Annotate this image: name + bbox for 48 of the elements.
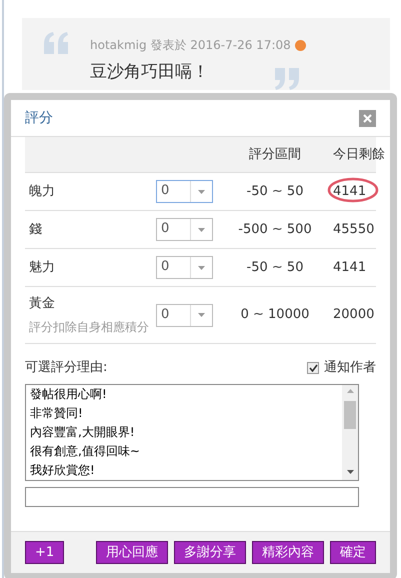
column-header: 今日剩餘: [332, 146, 385, 164]
button[interactable]: +1: [25, 541, 64, 564]
reason-label: 可選評分理由:: [25, 359, 108, 377]
rating-note: 評分扣除自身相應積分: [29, 318, 150, 336]
remaining-value: 4141: [333, 260, 366, 275]
reason-option[interactable]: 內容豐富,大開眼界!: [30, 422, 342, 442]
notify-checkbox[interactable]: [307, 362, 319, 374]
remaining-value: 4141: [333, 184, 366, 199]
reason-field[interactable]: [25, 486, 359, 506]
rating-range: -50 ~ 50: [246, 182, 304, 201]
close-icon: [363, 114, 372, 122]
reason-list[interactable]: 發帖很用心啊! 非常贊同! 內容豐富,大開眼界! 很有創意,值得回味~ 我好欣賞您!: [25, 384, 359, 480]
rating-label: 錢: [29, 220, 43, 239]
caret-icon: [198, 313, 205, 317]
quote-icon: [42, 32, 70, 54]
score-select[interactable]: 0: [156, 304, 213, 326]
score-select[interactable]: 0: [156, 180, 213, 203]
close-button[interactable]: [359, 110, 376, 126]
score-select[interactable]: 0: [156, 218, 213, 241]
scroll-thumb[interactable]: [344, 400, 356, 428]
reason-option[interactable]: 發帖很用心啊!: [30, 384, 342, 404]
button[interactable]: 確定: [330, 541, 376, 564]
button[interactable]: 用心回應: [96, 541, 168, 564]
scroll-down-icon[interactable]: [346, 470, 354, 474]
remaining-value: 20000: [333, 307, 374, 322]
post-content: 豆沙角巧田嗝！: [90, 61, 209, 84]
caret-icon: [198, 266, 205, 270]
button[interactable]: 多謝分享: [174, 541, 246, 564]
dialog-title: 評分: [25, 108, 53, 128]
notify-label: 通知作者: [324, 359, 376, 377]
quote-icon: [273, 68, 301, 90]
column-header: 評分區間: [248, 146, 302, 164]
caret-icon: [198, 228, 205, 232]
score-select[interactable]: 0: [156, 256, 213, 279]
rating-range: -50 ~ 50: [246, 258, 304, 277]
scroll-up-icon[interactable]: [346, 388, 354, 392]
rating-range: 0 ~ 10000: [240, 306, 310, 324]
caret-icon: [198, 190, 205, 194]
post-meta: hotakmig 發表於 2016-7-26 17:08: [90, 37, 291, 54]
reason-option[interactable]: 我好欣賞您!: [30, 460, 342, 480]
rating-range: -500 ~ 500: [237, 220, 313, 239]
button[interactable]: 精彩內容: [252, 541, 324, 564]
reason-option[interactable]: 很有創意,值得回味~: [30, 442, 342, 460]
rating-label: 魅力: [29, 258, 56, 277]
reason-option[interactable]: 非常贊同!: [30, 404, 342, 422]
rating-label: 魄力: [29, 182, 56, 201]
remaining-value: 45550: [333, 222, 374, 237]
rating-label: 黃金: [29, 295, 56, 314]
